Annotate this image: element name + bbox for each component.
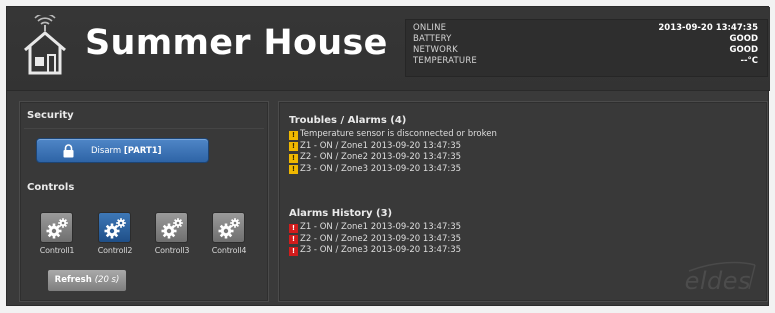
trouble-item: ! Z3 - ON / Zone3 2013-09-20 13:47:35 xyxy=(289,164,497,176)
alarms-panel: Troubles / Alarms (4) ! Temperature senso… xyxy=(278,101,768,302)
warning-icon: ! xyxy=(289,153,298,163)
warning-icon: ! xyxy=(289,130,298,140)
divider xyxy=(24,128,264,129)
control-label: Controll1 xyxy=(39,246,75,255)
page-title: Summer House xyxy=(85,23,388,63)
security-controls-panel: Security Disarm [PART1] Controls Control… xyxy=(19,101,269,302)
control-tile xyxy=(98,212,131,243)
status-label: NETWORK xyxy=(413,45,458,55)
control-label: Controll2 xyxy=(97,246,133,255)
control-button-3[interactable]: Controll3 xyxy=(151,212,193,258)
alarm-icon: ! xyxy=(289,246,298,256)
control-label: Controll4 xyxy=(211,246,247,255)
disarm-button[interactable]: Disarm [PART1] xyxy=(36,138,209,163)
alarm-icon: ! xyxy=(289,235,298,244)
header: Summer House ONLINE 2013-09-20 13:47:35 … xyxy=(7,7,770,91)
troubles-title: Troubles / Alarms (4) xyxy=(289,115,407,126)
control-tile xyxy=(212,212,245,243)
controls-title: Controls xyxy=(27,182,75,193)
control-button-2[interactable]: Controll2 xyxy=(94,212,136,258)
eldes-logo: eldes xyxy=(684,267,751,295)
gears-icon xyxy=(161,218,183,239)
history-title: Alarms History (3) xyxy=(289,208,393,219)
status-label: TEMPERATURE xyxy=(413,56,477,66)
control-tile xyxy=(40,212,73,243)
disarm-label: Disarm [PART1] xyxy=(91,146,162,156)
history-item: ! Z3 - ON / Zone3 2013-09-20 13:47:35 xyxy=(289,245,461,257)
status-value: 2013-09-20 13:47:35 xyxy=(658,23,758,33)
refresh-timer: (20 s) xyxy=(94,275,120,285)
status-value: --°C xyxy=(740,56,758,66)
status-panel: ONLINE 2013-09-20 13:47:35 BATTERY GOOD … xyxy=(405,19,768,77)
lock-icon xyxy=(63,144,74,158)
status-network: NETWORK GOOD xyxy=(413,45,758,56)
gears-icon xyxy=(46,218,68,239)
control-button-4[interactable]: Controll4 xyxy=(208,212,250,258)
app-frame: Summer House ONLINE 2013-09-20 13:47:35 … xyxy=(6,6,770,306)
gears-icon xyxy=(104,218,126,239)
troubles-list: ! Temperature sensor is disconnected or b… xyxy=(289,129,497,175)
security-title: Security xyxy=(27,110,74,121)
control-button-1[interactable]: Controll1 xyxy=(36,212,78,258)
status-value: GOOD xyxy=(729,45,758,55)
trouble-item: ! Z1 - ON / Zone1 2013-09-20 13:47:35 xyxy=(289,141,497,153)
history-item: ! Z2 - ON / Zone2 2013-09-20 13:47:35 xyxy=(289,234,461,246)
refresh-button[interactable]: Refresh (20 s) xyxy=(47,269,127,292)
refresh-label: Refresh xyxy=(54,275,92,285)
control-label: Controll3 xyxy=(154,246,190,255)
history-list: ! Z1 - ON / Zone1 2013-09-20 13:47:35 ! Z2… xyxy=(289,222,461,257)
status-battery: BATTERY GOOD xyxy=(413,34,758,45)
status-label: ONLINE xyxy=(413,23,447,33)
alarm-icon: ! xyxy=(289,223,298,233)
status-temperature: TEMPERATURE --°C xyxy=(413,56,758,67)
gears-icon xyxy=(218,218,240,239)
trouble-item: ! Temperature sensor is disconnected or b… xyxy=(289,129,497,141)
warning-icon: ! xyxy=(289,142,298,151)
control-tile xyxy=(155,212,188,243)
history-item: ! Z1 - ON / Zone1 2013-09-20 13:47:35 xyxy=(289,222,461,234)
status-label: BATTERY xyxy=(413,34,452,44)
status-online: ONLINE 2013-09-20 13:47:35 xyxy=(413,23,758,34)
house-icon xyxy=(24,15,66,75)
warning-icon: ! xyxy=(289,165,298,174)
trouble-item: ! Z2 - ON / Zone2 2013-09-20 13:47:35 xyxy=(289,152,497,164)
status-value: GOOD xyxy=(729,34,758,44)
